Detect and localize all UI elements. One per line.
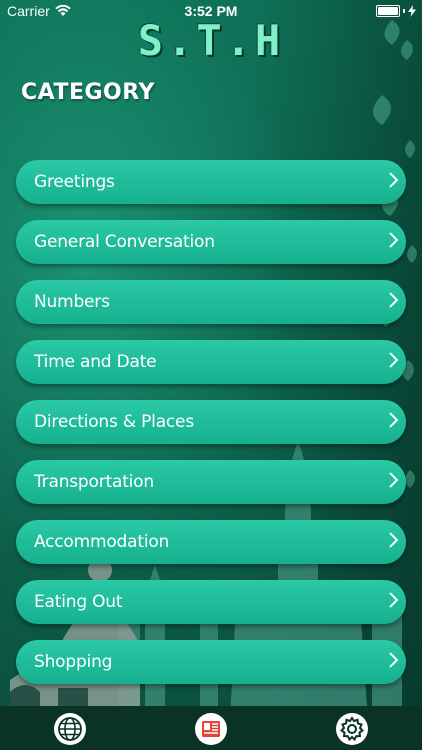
category-item-accommodation[interactable]: Accommodation xyxy=(16,520,406,564)
chevron-right-icon xyxy=(389,172,399,188)
globe-icon[interactable] xyxy=(53,712,87,746)
category-item-transportation[interactable]: Transportation xyxy=(16,460,406,504)
gear-icon[interactable] xyxy=(335,712,369,746)
chevron-right-icon xyxy=(389,352,399,368)
category-label: General Conversation xyxy=(34,232,215,252)
phrasebook-icon[interactable] xyxy=(194,712,228,746)
category-item-shopping[interactable]: Shopping xyxy=(16,640,406,684)
bottom-tab-bar xyxy=(0,706,422,750)
chevron-right-icon xyxy=(389,652,399,668)
category-label: Greetings xyxy=(34,172,115,192)
chevron-right-icon xyxy=(389,592,399,608)
category-label: Shopping xyxy=(34,652,113,672)
category-label: Transportation xyxy=(34,472,154,492)
category-label: Directions & Places xyxy=(34,412,194,432)
app-screen: Carrier 3:52 PM S.T.H CATEGORY Greetings… xyxy=(0,0,422,750)
category-label: Time and Date xyxy=(34,352,157,372)
chevron-right-icon xyxy=(389,472,399,488)
category-item-eating-out[interactable]: Eating Out xyxy=(16,580,406,624)
category-label: Eating Out xyxy=(34,592,123,612)
chevron-right-icon xyxy=(389,232,399,248)
app-title: S.T.H xyxy=(137,16,285,65)
chevron-right-icon xyxy=(389,292,399,308)
category-item-general-conversation[interactable]: General Conversation xyxy=(16,220,406,264)
category-item-numbers[interactable]: Numbers xyxy=(16,280,406,324)
chevron-right-icon xyxy=(389,412,399,428)
category-item-directions-places[interactable]: Directions & Places xyxy=(16,400,406,444)
category-label: Accommodation xyxy=(34,532,170,552)
category-label: Numbers xyxy=(34,292,110,312)
category-item-greetings[interactable]: Greetings xyxy=(16,160,406,204)
section-heading: CATEGORY xyxy=(21,80,155,105)
chevron-right-icon xyxy=(389,532,399,548)
category-item-time-and-date[interactable]: Time and Date xyxy=(16,340,406,384)
